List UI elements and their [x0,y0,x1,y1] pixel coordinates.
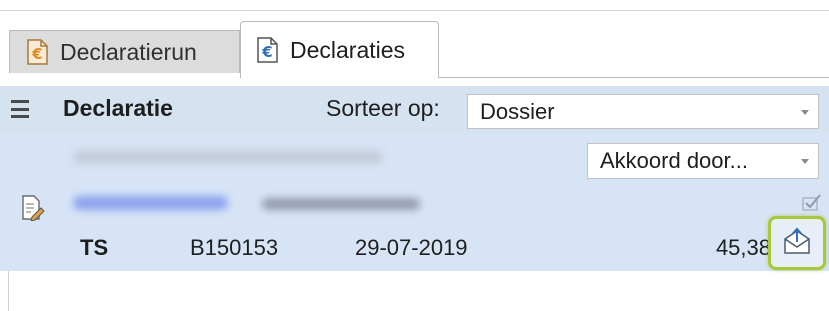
status-dropdown[interactable]: Akkoord door... [587,143,819,179]
redacted-detail [262,198,420,210]
tab-label: Declaraties [290,36,406,63]
chevron-down-icon [801,159,809,164]
sort-dropdown-value: Dossier [480,98,555,124]
cell-initials: TS [80,235,109,260]
svg-text:€: € [261,43,272,61]
checkmark-icon [800,192,822,212]
svg-text:€: € [31,45,42,63]
tab-label: Declaratierun [60,38,197,65]
chevron-down-icon [801,109,809,115]
sort-dropdown[interactable]: Dossier [467,94,819,129]
status-dropdown-value: Akkoord door... [600,148,748,173]
tab-declaraties[interactable]: € Declaraties [240,21,439,78]
cell-declaration-number: B150153 [190,235,279,260]
sort-label: Sorteer op: [326,95,440,121]
tab-strip-divider [439,77,829,78]
euro-document-icon: € [24,39,50,65]
redacted-client-name [73,150,383,164]
tab-declaratierun[interactable]: € Declaratierun [9,30,240,73]
euro-document-icon: € [254,37,280,63]
hamburger-menu-icon[interactable] [11,100,29,118]
send-declaration-button[interactable] [768,216,826,270]
redacted-link [73,196,228,210]
left-border [8,271,9,311]
top-divider [0,10,829,11]
header-title: Declaratie [63,95,173,121]
cell-amount: 45,38 [715,235,771,260]
edit-document-icon[interactable] [21,195,45,222]
cell-date: 29-07-2019 [355,235,468,260]
send-envelope-icon [782,227,812,260]
